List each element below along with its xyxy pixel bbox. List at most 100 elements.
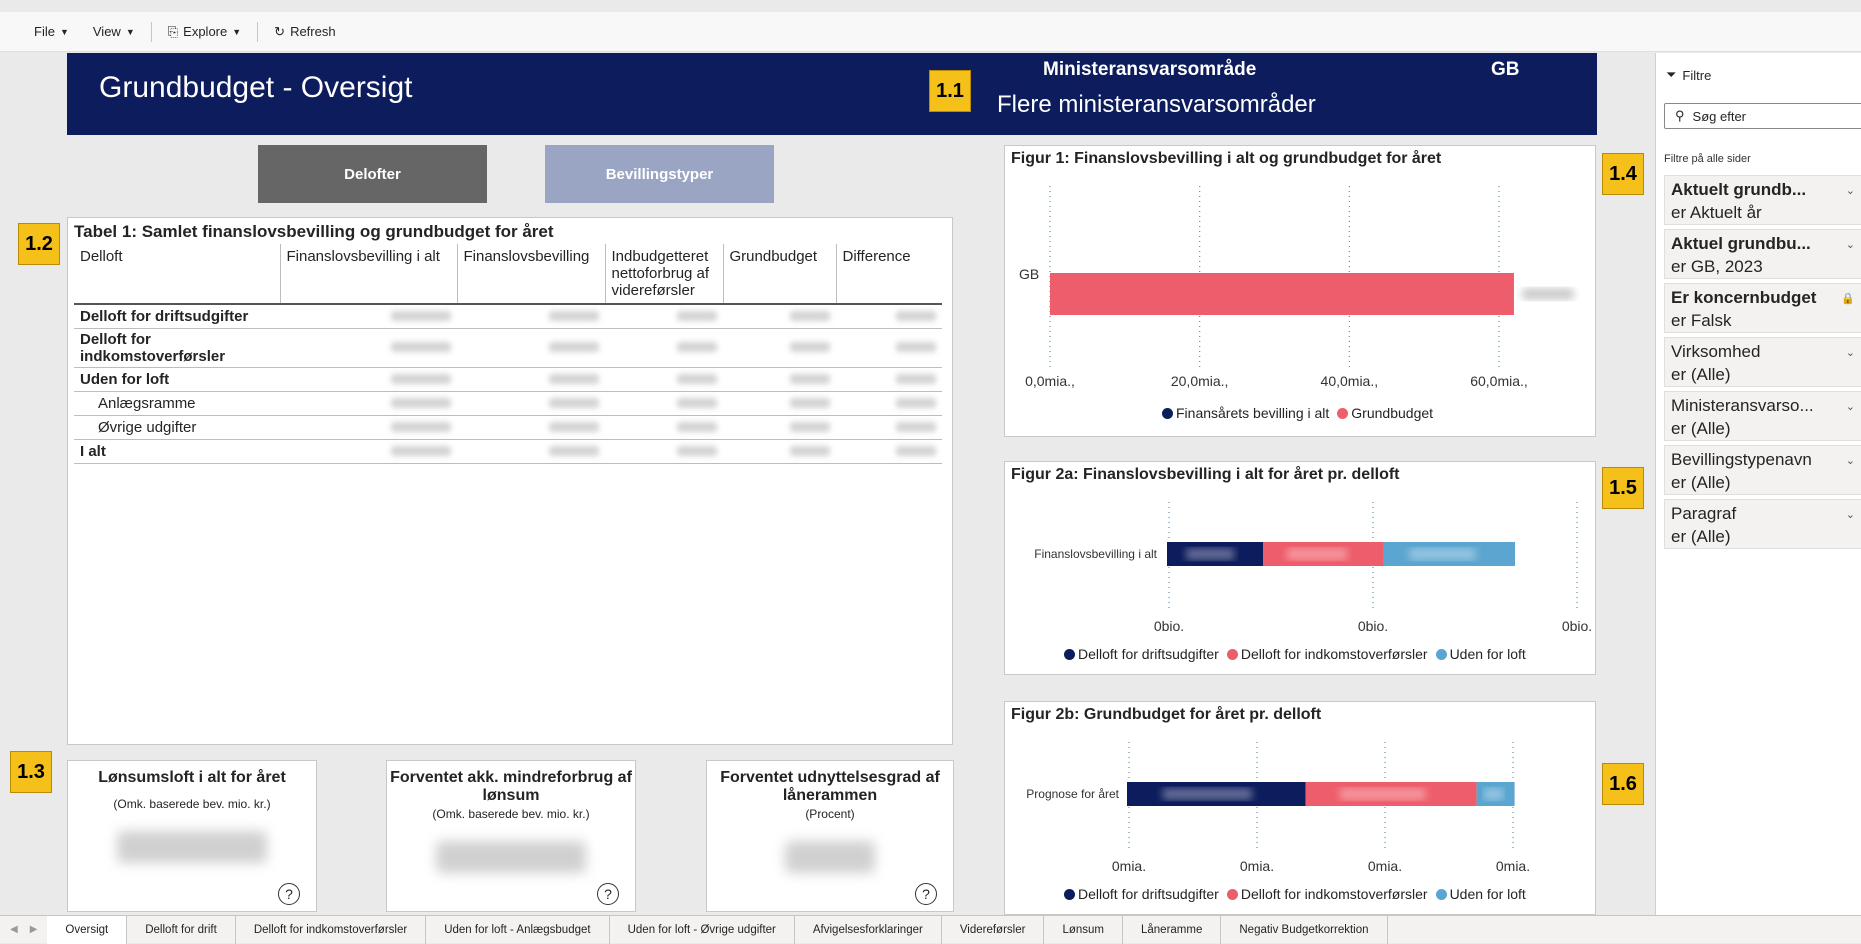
legend-item[interactable]: Delloft for indkomstoverførsler (1226, 886, 1428, 902)
x-tick-label: 0bio. (1358, 618, 1388, 634)
chevron-down-icon[interactable]: ⌄ (1846, 508, 1855, 521)
filter-name: Aktuel grundbu... (1671, 234, 1811, 253)
legend-item[interactable]: Delloft for driftsudgifter (1064, 886, 1219, 902)
delofter-button[interactable]: Delofter (258, 145, 487, 203)
tab-4[interactable]: Uden for loft - Øvrige udgifter (610, 916, 795, 944)
blurred-value (605, 415, 723, 440)
explore-menu[interactable]: ⎘ Explore ▼ (156, 17, 253, 47)
figure-1-panel: Figur 1: Finanslovsbevilling i alt og gr… (1004, 145, 1596, 437)
search-icon: ⚲ (1675, 108, 1685, 123)
legend-item[interactable]: Finansårets bevilling i alt (1162, 405, 1329, 421)
chevron-down-icon[interactable]: ⌄ (1846, 346, 1855, 359)
blurred-value-mask (391, 421, 451, 432)
lock-icon[interactable]: 🔒 (1841, 292, 1855, 305)
file-menu[interactable]: File ▼ (22, 17, 81, 47)
legend-item[interactable]: Uden for loft (1435, 646, 1526, 662)
tab-7[interactable]: Lønsum (1044, 916, 1123, 944)
table-header-row: Delloft Finanslovsbevilling i alt Finans… (74, 244, 942, 305)
view-menu[interactable]: View ▼ (81, 17, 147, 47)
filter-pane: ⏷ Filtre ⚲ Søg efter Filtre på alle side… (1655, 53, 1861, 915)
blurred-value (723, 328, 836, 368)
table-title: Tabel 1: Samlet finanslovsbevilling og g… (74, 222, 554, 241)
legend-dot (1064, 649, 1075, 660)
card-title: Forventet udnyttelsesgrad af lånerammen (720, 769, 940, 804)
tab-scroll-arrows[interactable]: ◀ ▶ (0, 916, 47, 943)
blurred-value (723, 415, 836, 440)
filter-value: er (Alle) (1671, 419, 1731, 438)
filter-name: Bevillingstypenavn (1671, 450, 1812, 469)
legend-item[interactable]: Delloft for driftsudgifter (1064, 646, 1219, 662)
chevron-left-icon[interactable]: ◀ (10, 924, 18, 935)
legend-item[interactable]: Delloft for indkomstoverførsler (1226, 646, 1428, 662)
blurred-value (280, 391, 457, 416)
chevron-down-icon[interactable]: ⌄ (1846, 400, 1855, 413)
col-header[interactable]: Finanslovsbevilling i alt (280, 244, 458, 305)
refresh-label: Refresh (290, 24, 336, 39)
tab-3[interactable]: Uden for loft - Anlægsbudget (426, 916, 610, 944)
blurred-value (457, 304, 605, 329)
toolbar: File ▼ View ▼ ⎘ Explore ▼ ↻ Refresh (0, 12, 1861, 52)
tab-2[interactable]: Delloft for indkomstoverførsler (236, 916, 427, 944)
explore-label: Explore (183, 24, 228, 39)
chevron-right-icon[interactable]: ▶ (30, 924, 38, 935)
col-header[interactable]: Grundbudget (723, 244, 837, 305)
refresh-icon: ↻ (274, 23, 286, 39)
filter-value: er GB, 2023 (1671, 257, 1763, 276)
legend-dot (1435, 889, 1447, 900)
chevron-down-icon[interactable]: ⌄ (1846, 238, 1855, 251)
tab-6[interactable]: Videreførsler (942, 916, 1045, 944)
card-value-blurred (785, 841, 875, 873)
filter-card[interactable]: Ministeransvarso... er (Alle) ⌄ (1664, 391, 1861, 441)
filter-card[interactable]: Bevillingstypenavn er (Alle) ⌄ (1664, 445, 1861, 495)
legend-dot (1226, 889, 1238, 900)
refresh-button[interactable]: ↻ Refresh (262, 17, 347, 47)
table-row[interactable]: Delloft for indkomstoverførsler (74, 328, 942, 368)
filter-card[interactable]: Aktuel grundbu... er GB, 2023 ⌄ (1664, 229, 1861, 279)
table-row[interactable]: Delloft for driftsudgifter (74, 304, 942, 329)
badge-1-1: 1.1 (929, 70, 971, 112)
filter-search-input[interactable]: ⚲ Søg efter (1664, 103, 1861, 129)
help-icon[interactable]: ? (915, 883, 937, 905)
table-row[interactable]: Anlægsramme (74, 391, 942, 416)
blurred-value-mask (677, 342, 717, 352)
table-row[interactable]: Øvrige udgifter (74, 415, 942, 440)
filter-card[interactable]: Er koncernbudget er Falsk 🔒 (1664, 283, 1861, 333)
table-row[interactable]: I alt (74, 439, 942, 464)
tab-9[interactable]: Negativ Budgetkorrektion (1221, 916, 1388, 944)
filter-card[interactable]: Aktuelt grundb... er Aktuelt år ⌄ (1664, 175, 1861, 225)
col-header[interactable]: Indbudgetteret nettoforbrug af viderefør… (605, 244, 724, 305)
legend-label: Grundbudget (1351, 405, 1434, 421)
col-header[interactable]: Finanslovsbevilling (457, 244, 606, 305)
ministry-value[interactable]: Flere ministeransvarsområder (997, 91, 1316, 119)
x-tick-label: 0bio. (1154, 618, 1184, 634)
y-category-label: GB (1019, 266, 1039, 282)
blurred-value (605, 367, 723, 392)
filter-name: Paragraf (1671, 504, 1737, 523)
ministry-label: Ministeransvarsområde (1043, 59, 1257, 80)
help-icon[interactable]: ? (597, 883, 619, 905)
blurred-value-mask (790, 373, 830, 384)
row-label: Delloft for indkomstoverførsler (74, 328, 280, 368)
x-tick-label: 0mia. (1112, 858, 1146, 874)
filter-section-label: Filtre på alle sider (1664, 153, 1751, 165)
bevillingstyper-button[interactable]: Bevillingstyper (545, 145, 774, 203)
help-icon[interactable]: ? (278, 883, 300, 905)
tab-0[interactable]: Oversigt (47, 916, 128, 944)
filter-card[interactable]: Virksomhed er (Alle) ⌄ (1664, 337, 1861, 387)
chevron-down-icon[interactable]: ⌄ (1846, 184, 1855, 197)
blurred-value-mask (896, 445, 936, 456)
col-header[interactable]: Delloft (74, 244, 281, 305)
legend-item[interactable]: Grundbudget (1337, 405, 1433, 421)
chevron-down-icon[interactable]: ⌄ (1846, 454, 1855, 467)
tab-5[interactable]: Afvigelsesforklaringer (795, 916, 942, 944)
figure-2b-chart: 0mia. 0mia. 0mia. 0mia. Prognose for året (1026, 742, 1530, 874)
x-tick-label: 0,0mia., (1025, 373, 1075, 389)
tab-1[interactable]: Delloft for drift (127, 916, 236, 944)
blurred-value (457, 391, 605, 416)
filter-card[interactable]: Paragraf er (Alle) ⌄ (1664, 499, 1861, 549)
blurred-value (605, 439, 723, 464)
col-header[interactable]: Difference (836, 244, 942, 305)
legend-item[interactable]: Uden for loft (1435, 886, 1526, 902)
tab-8[interactable]: Låneramme (1123, 916, 1222, 944)
table-row[interactable]: Uden for loft (74, 367, 942, 392)
